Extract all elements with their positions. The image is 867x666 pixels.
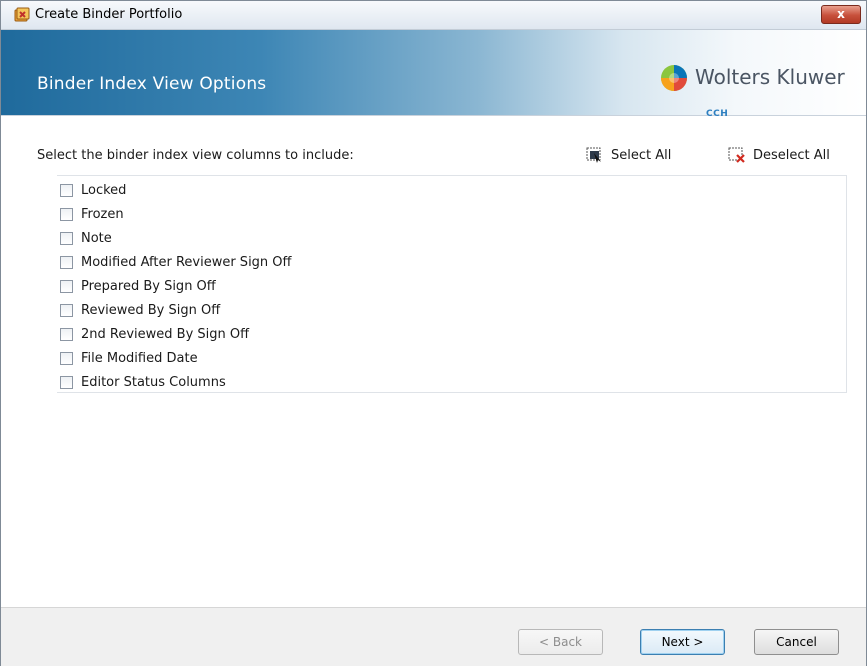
select-all-icon <box>586 147 601 163</box>
checkbox[interactable] <box>60 375 73 389</box>
list-item[interactable]: Editor Status Columns <box>57 370 226 394</box>
select-all-button[interactable]: Select All <box>585 145 671 165</box>
checkbox[interactable] <box>60 207 73 221</box>
list-item-label: 2nd Reviewed By Sign Off <box>81 326 250 342</box>
list-item[interactable]: 2nd Reviewed By Sign Off <box>57 322 249 346</box>
deselect-all-button[interactable]: Deselect All <box>727 145 830 165</box>
checkbox[interactable] <box>60 255 73 269</box>
wolters-kluwer-logo-icon <box>661 65 687 91</box>
list-item-label: Note <box>81 230 112 246</box>
checkbox[interactable] <box>60 303 73 317</box>
list-item[interactable]: Locked <box>57 178 126 202</box>
list-item[interactable]: Modified After Reviewer Sign Off <box>57 250 292 274</box>
page-title: Binder Index View Options <box>37 74 267 94</box>
brand-name: Wolters Kluwer <box>695 65 845 89</box>
checkbox[interactable] <box>60 327 73 341</box>
list-item-label: Editor Status Columns <box>81 374 226 390</box>
deselect-all-label: Deselect All <box>753 147 830 163</box>
list-item[interactable]: Prepared By Sign Off <box>57 274 216 298</box>
list-item[interactable]: Frozen <box>57 202 124 226</box>
list-item[interactable]: Note <box>57 226 112 250</box>
checkbox[interactable] <box>60 231 73 245</box>
brand-subtitle: CCH <box>706 109 729 119</box>
next-button[interactable]: Next > <box>640 629 725 655</box>
button-bar: < Back Next > Cancel <box>1 607 866 666</box>
list-item-label: Reviewed By Sign Off <box>81 302 221 318</box>
list-item-label: Locked <box>81 182 127 198</box>
cancel-button[interactable]: Cancel <box>754 629 839 655</box>
create-binder-portfolio-dialog: Create Binder Portfolio x Binder Index V… <box>0 0 867 666</box>
title-bar: Create Binder Portfolio x <box>1 1 866 30</box>
window-title: Create Binder Portfolio <box>35 7 183 22</box>
list-item-label: Modified After Reviewer Sign Off <box>81 254 292 270</box>
checkbox[interactable] <box>60 351 73 365</box>
back-button[interactable]: < Back <box>518 629 603 655</box>
list-item[interactable]: File Modified Date <box>57 346 198 370</box>
close-button[interactable]: x <box>821 5 861 24</box>
list-item-label: File Modified Date <box>81 350 198 366</box>
list-item-label: Prepared By Sign Off <box>81 278 216 294</box>
instructions-label: Select the binder index view columns to … <box>37 148 354 163</box>
select-all-label: Select All <box>611 147 672 163</box>
checkbox[interactable] <box>60 279 73 293</box>
deselect-all-icon <box>728 147 745 163</box>
list-item[interactable]: Reviewed By Sign Off <box>57 298 220 322</box>
header-banner: Binder Index View Options Wolters Kluwer… <box>1 30 866 119</box>
checkbox[interactable] <box>60 183 73 197</box>
column-checklist[interactable]: Locked Frozen Note Modified After Review… <box>57 175 847 393</box>
app-icon <box>14 7 30 22</box>
list-item-label: Frozen <box>81 206 124 222</box>
